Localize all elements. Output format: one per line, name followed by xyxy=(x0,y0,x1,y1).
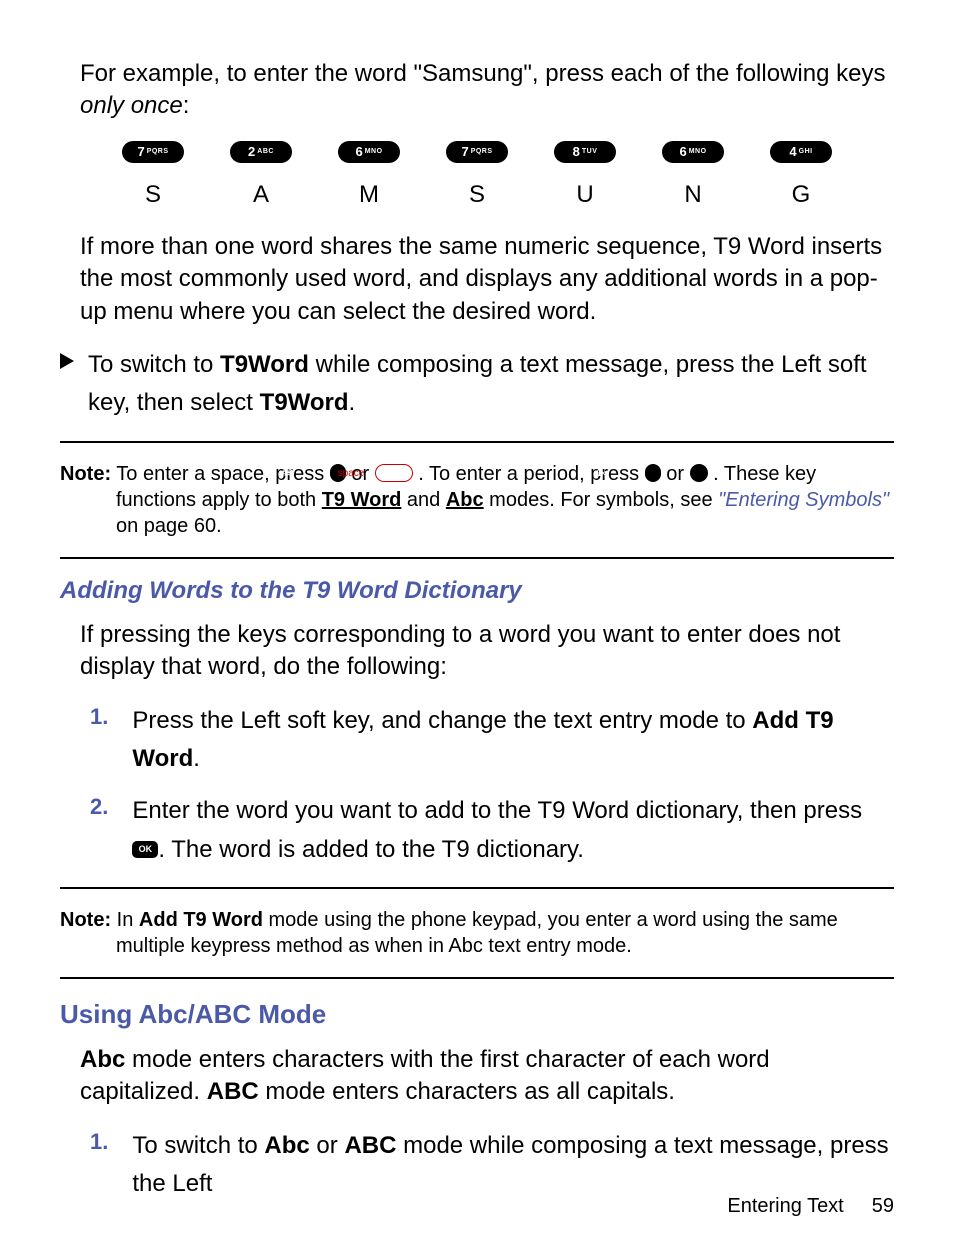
s2-a: Enter the word you want to add to the T9… xyxy=(132,797,862,824)
p4-c: ABC xyxy=(207,1078,259,1105)
key-pill-6mno: 6MNO xyxy=(338,141,400,163)
intro-emph: only once xyxy=(80,92,183,119)
note1-a: To enter a space, press xyxy=(111,463,330,485)
note2-a: In xyxy=(111,909,139,931)
note2-b: Add T9 Word xyxy=(139,909,263,931)
note1-mode2: Abc xyxy=(446,489,484,511)
dot-key-icon: . xyxy=(690,464,708,482)
footer-section: Entering Text xyxy=(727,1195,843,1217)
bullet-d: T9Word xyxy=(260,389,349,416)
bullet-e: . xyxy=(349,389,356,416)
key-letter: N xyxy=(684,181,701,209)
step-num: 1. xyxy=(90,704,108,730)
note1-and: and xyxy=(401,489,445,511)
note1-mode1: T9 Word xyxy=(322,489,402,511)
divider xyxy=(60,887,894,889)
key-letter: G xyxy=(792,181,811,209)
key-big: 2 xyxy=(248,144,255,159)
bullet-a: To switch to xyxy=(88,351,220,378)
p4-a: Abc xyxy=(80,1046,125,1073)
abc-s1-c: or xyxy=(310,1132,345,1159)
page-footer: Entering Text 59 xyxy=(727,1195,894,1218)
key-big: 6 xyxy=(679,144,686,159)
key-small: PQRS xyxy=(147,148,169,155)
key-pill-8tuv: 8TUV xyxy=(554,141,616,163)
key-pill-2abc: 2ABC xyxy=(230,141,292,163)
key-letter: U xyxy=(576,181,593,209)
key-small: GHI xyxy=(799,148,813,155)
t9-explain-paragraph: If more than one word shares the same nu… xyxy=(60,231,894,328)
divider xyxy=(60,441,894,443)
step-text: Press the Left soft key, and change the … xyxy=(132,702,894,779)
abc-s1-a: To switch to xyxy=(132,1132,264,1159)
abc-s1-d: ABC xyxy=(344,1132,396,1159)
samsung-keys-row: 7PQRS S 2ABC A 6MNO M 7PQRS S 8TUV U 6MN… xyxy=(60,141,894,209)
footer-page-number: 59 xyxy=(872,1195,894,1217)
p4-d: mode enters characters as all capitals. xyxy=(259,1078,675,1105)
step-2: 2. Enter the word you want to add to the… xyxy=(60,792,894,869)
key-letter: M xyxy=(359,181,379,209)
note-space-period: Note: To enter a space, press # ✉ or spa… xyxy=(60,461,894,539)
intro-post: : xyxy=(183,92,190,119)
note-label: Note: xyxy=(60,909,111,931)
step-num: 2. xyxy=(90,794,108,820)
key-col-4: 8TUV U xyxy=(554,141,616,209)
intro-paragraph: For example, to enter the word "Samsung"… xyxy=(60,58,894,123)
step-text: Enter the word you want to add to the T9… xyxy=(132,792,894,869)
key-col-5: 6MNO N xyxy=(662,141,724,209)
entering-symbols-link[interactable]: "Entering Symbols" xyxy=(718,489,889,511)
divider xyxy=(60,557,894,559)
switch-t9word-bullet: To switch to T9Word while composing a te… xyxy=(60,346,894,423)
key-big: 7 xyxy=(137,144,144,159)
add-t9-intro: If pressing the keys corresponding to a … xyxy=(60,619,894,684)
note1-d: modes. For symbols, see xyxy=(484,489,719,511)
space-key-icon: space xyxy=(375,464,413,482)
abc-intro: Abc mode enters characters with the firs… xyxy=(60,1044,894,1109)
key-small: MNO xyxy=(689,148,707,155)
s2-b: . The word is added to the T9 dictionary… xyxy=(158,836,584,863)
triangle-icon xyxy=(60,353,74,369)
note1-b: . To enter a period, press xyxy=(418,463,644,485)
divider xyxy=(60,977,894,979)
intro-pre: For example, to enter the word "Samsung"… xyxy=(80,60,885,87)
bullet-b: T9Word xyxy=(220,351,309,378)
key-small: ABC xyxy=(257,148,274,155)
key-small: TUV xyxy=(582,148,598,155)
one-key-icon: 1 ∞ xyxy=(645,464,661,482)
heading-add-t9: Adding Words to the T9 Word Dictionary xyxy=(60,577,894,605)
key-small: PQRS xyxy=(471,148,493,155)
key-letter: S xyxy=(469,181,485,209)
key-letter: S xyxy=(145,181,161,209)
s1-c: . xyxy=(193,745,200,772)
page: For example, to enter the word "Samsung"… xyxy=(0,0,954,1258)
key-pill-6mno: 6MNO xyxy=(662,141,724,163)
abc-step-1: 1. To switch to Abc or ABC mode while co… xyxy=(60,1127,894,1204)
step-1: 1. Press the Left soft key, and change t… xyxy=(60,702,894,779)
ok-key-icon: OK xyxy=(132,841,158,858)
note1-or2: or xyxy=(666,463,689,485)
bullet-text: To switch to T9Word while composing a te… xyxy=(88,346,894,423)
key-pill-7pqrs: 7PQRS xyxy=(446,141,508,163)
note1-e: on page 60. xyxy=(116,515,222,537)
key-col-1: 2ABC A xyxy=(230,141,292,209)
key-pill-7pqrs: 7PQRS xyxy=(122,141,184,163)
note-add-t9word: Note: In Add T9 Word mode using the phon… xyxy=(60,907,894,959)
key-big: 7 xyxy=(461,144,468,159)
step-text: To switch to Abc or ABC mode while compo… xyxy=(132,1127,894,1204)
key-col-6: 4GHI G xyxy=(770,141,832,209)
key-col-2: 6MNO M xyxy=(338,141,400,209)
s1-a: Press the Left soft key, and change the … xyxy=(132,707,752,734)
key-big: 8 xyxy=(573,144,580,159)
key-letter: A xyxy=(253,181,269,209)
abc-s1-b: Abc xyxy=(264,1132,309,1159)
step-num: 1. xyxy=(90,1129,108,1155)
key-small: MNO xyxy=(365,148,383,155)
note-label: Note: xyxy=(60,463,111,485)
key-pill-4ghi: 4GHI xyxy=(770,141,832,163)
key-col-3: 7PQRS S xyxy=(446,141,508,209)
key-big: 4 xyxy=(789,144,796,159)
heading-abc-mode: Using Abc/ABC Mode xyxy=(60,999,894,1030)
key-big: 6 xyxy=(355,144,362,159)
key-col-0: 7PQRS S xyxy=(122,141,184,209)
